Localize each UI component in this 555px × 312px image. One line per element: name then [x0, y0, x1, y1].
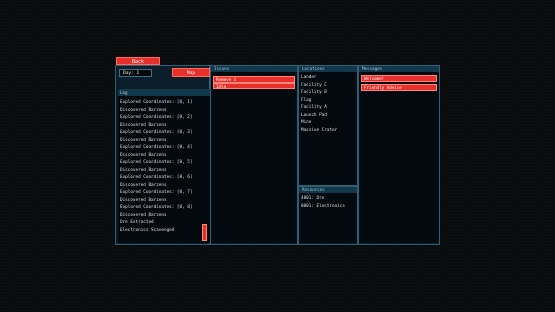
log-line: Explored Coordinates: [0, 5] — [120, 160, 193, 165]
location-item[interactable]: Massive Crater — [301, 128, 337, 133]
log-scrollbar-thumb[interactable] — [202, 224, 207, 241]
log-line: Ore Extracted — [120, 220, 154, 225]
log-line: Discovered Barzens — [120, 137, 167, 143]
log-line: Discovered Barzens — [120, 167, 167, 173]
issues-panel: Remove 1 Idle — [211, 72, 297, 243]
resource-item: 4001: Ore — [301, 196, 325, 201]
back-button[interactable]: Back — [116, 57, 160, 65]
log-line: Discovered Barzens — [120, 212, 167, 218]
message-item[interactable]: Friendly Advice — [361, 84, 437, 91]
message-item[interactable]: Welcome! — [361, 75, 437, 82]
log-line: Discovered Barzens — [120, 197, 167, 203]
log-line: Explored Coordinates: [0, 3] — [120, 130, 193, 135]
log-line: Explored Coordinates: [0, 6] — [120, 175, 193, 180]
messages-panel: Welcome! Friendly Advice — [359, 72, 439, 243]
locations-panel: Lander Facility C Facility B Flag Facili… — [299, 72, 357, 185]
log-line: Discovered Barzens — [120, 182, 167, 188]
log-line: Discovered Barzens — [120, 152, 167, 158]
location-item[interactable]: Facility C — [301, 83, 327, 88]
location-item[interactable]: Facility B — [301, 90, 327, 95]
log-panel[interactable]: Explored Coordinates: [0, 1] Discovered … — [118, 96, 210, 243]
log-title: Log — [118, 89, 210, 96]
day-field: Day: 1 — [119, 69, 152, 77]
location-item[interactable]: Flag — [301, 98, 311, 103]
issue-item[interactable]: Idle — [213, 82, 295, 89]
log-line: Explored Coordinates: [0, 7] — [120, 190, 193, 195]
location-item[interactable]: Lander — [301, 75, 317, 80]
location-item[interactable]: Mine — [301, 120, 311, 125]
log-line: Electronics Scavenged — [120, 227, 175, 233]
log-line: Explored Coordinates: [0, 8] — [120, 205, 193, 210]
location-item[interactable]: Facility A — [301, 105, 327, 110]
log-line: Explored Coordinates: [0, 4] — [120, 145, 193, 150]
resources-panel: 4001: Ore 0001: Electronics — [299, 193, 357, 243]
log-line: Explored Coordinates: [0, 1] — [120, 100, 193, 105]
log-line: Explored Coordinates: [0, 2] — [120, 115, 193, 120]
location-item[interactable]: Launch Pad — [301, 113, 327, 118]
resource-item: 0001: Electronics — [301, 203, 345, 209]
log-line: Discovered Barzens — [120, 107, 167, 113]
log-line: Discovered Barzens — [120, 122, 167, 128]
map-button[interactable]: Map — [172, 68, 210, 77]
